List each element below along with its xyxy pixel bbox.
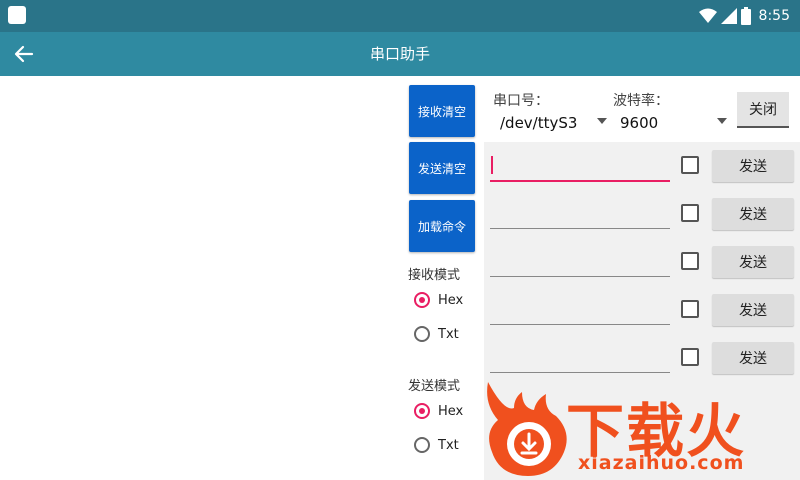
send-checkbox[interactable]	[681, 348, 699, 366]
send-row: 发送	[484, 238, 800, 286]
send-checkbox[interactable]	[681, 156, 699, 174]
send-button[interactable]: 发送	[712, 246, 794, 278]
send-button[interactable]: 发送	[712, 198, 794, 230]
page-title: 串口助手	[369, 45, 430, 63]
receive-mode-txt-radio[interactable]: Txt	[414, 323, 459, 345]
port-settings: 串口号： 波特率： /dev/ttyS3 9600 关闭	[484, 76, 800, 142]
control-panel: 接收清空 发送清空 加载命令 接收模式 Hex Txt 发送模式 Hex Txt	[400, 76, 484, 480]
send-input[interactable]	[490, 294, 670, 325]
port-value: /dev/ttyS3	[500, 114, 578, 132]
send-panel: 串口号： 波特率： /dev/ttyS3 9600 关闭 发送 发送 发送 发送	[484, 76, 800, 480]
send-checkbox[interactable]	[681, 204, 699, 222]
port-label: 串口号：	[493, 93, 549, 109]
baud-label: 波特率：	[613, 93, 669, 109]
arrow-left-icon	[14, 45, 34, 63]
chevron-down-icon	[597, 118, 607, 124]
chevron-down-icon	[717, 118, 727, 124]
send-button[interactable]: 发送	[712, 342, 794, 374]
receive-mode-label: 接收模式	[408, 268, 461, 283]
send-input[interactable]	[490, 246, 670, 277]
send-row: 发送	[484, 142, 800, 190]
send-button[interactable]: 发送	[712, 150, 794, 182]
wifi-icon	[698, 8, 717, 23]
radio-selected-icon	[414, 292, 430, 308]
radio-unselected-icon	[414, 437, 430, 453]
status-icons: 8:55	[698, 5, 790, 27]
baud-value: 9600	[620, 114, 659, 132]
clear-receive-button[interactable]: 接收清空	[409, 85, 475, 137]
send-checkbox[interactable]	[681, 300, 699, 318]
receive-mode-hex-radio[interactable]: Hex	[414, 289, 463, 311]
load-commands-button[interactable]: 加载命令	[409, 200, 475, 252]
send-mode-label: 发送模式	[408, 379, 461, 394]
signal-icon	[720, 8, 737, 24]
radio-selected-icon	[414, 403, 430, 419]
radio-label: Hex	[438, 403, 464, 419]
send-row: 发送	[484, 286, 800, 334]
battery-icon	[740, 7, 751, 25]
radio-label: Txt	[438, 326, 459, 342]
receive-text-area[interactable]	[0, 76, 400, 480]
send-checkbox[interactable]	[681, 252, 699, 270]
send-mode-hex-radio[interactable]: Hex	[414, 400, 463, 422]
send-row: 发送	[484, 334, 800, 382]
send-input[interactable]	[490, 342, 670, 373]
send-input[interactable]	[490, 150, 670, 182]
radio-unselected-icon	[414, 326, 430, 342]
text-cursor	[491, 156, 493, 174]
send-button[interactable]: 发送	[712, 294, 794, 326]
status-bar: 8:55	[0, 0, 800, 32]
notification-square-icon	[8, 6, 26, 24]
clear-send-button[interactable]: 发送清空	[409, 142, 475, 194]
back-button[interactable]	[8, 38, 40, 70]
radio-label: Txt	[438, 437, 459, 453]
send-input[interactable]	[490, 198, 670, 229]
status-time: 8:55	[758, 8, 790, 24]
send-row: 发送	[484, 190, 800, 238]
app-bar: 串口助手	[0, 32, 800, 76]
send-mode-txt-radio[interactable]: Txt	[414, 434, 459, 456]
radio-label: Hex	[438, 292, 464, 308]
close-port-button[interactable]: 关闭	[737, 92, 789, 128]
